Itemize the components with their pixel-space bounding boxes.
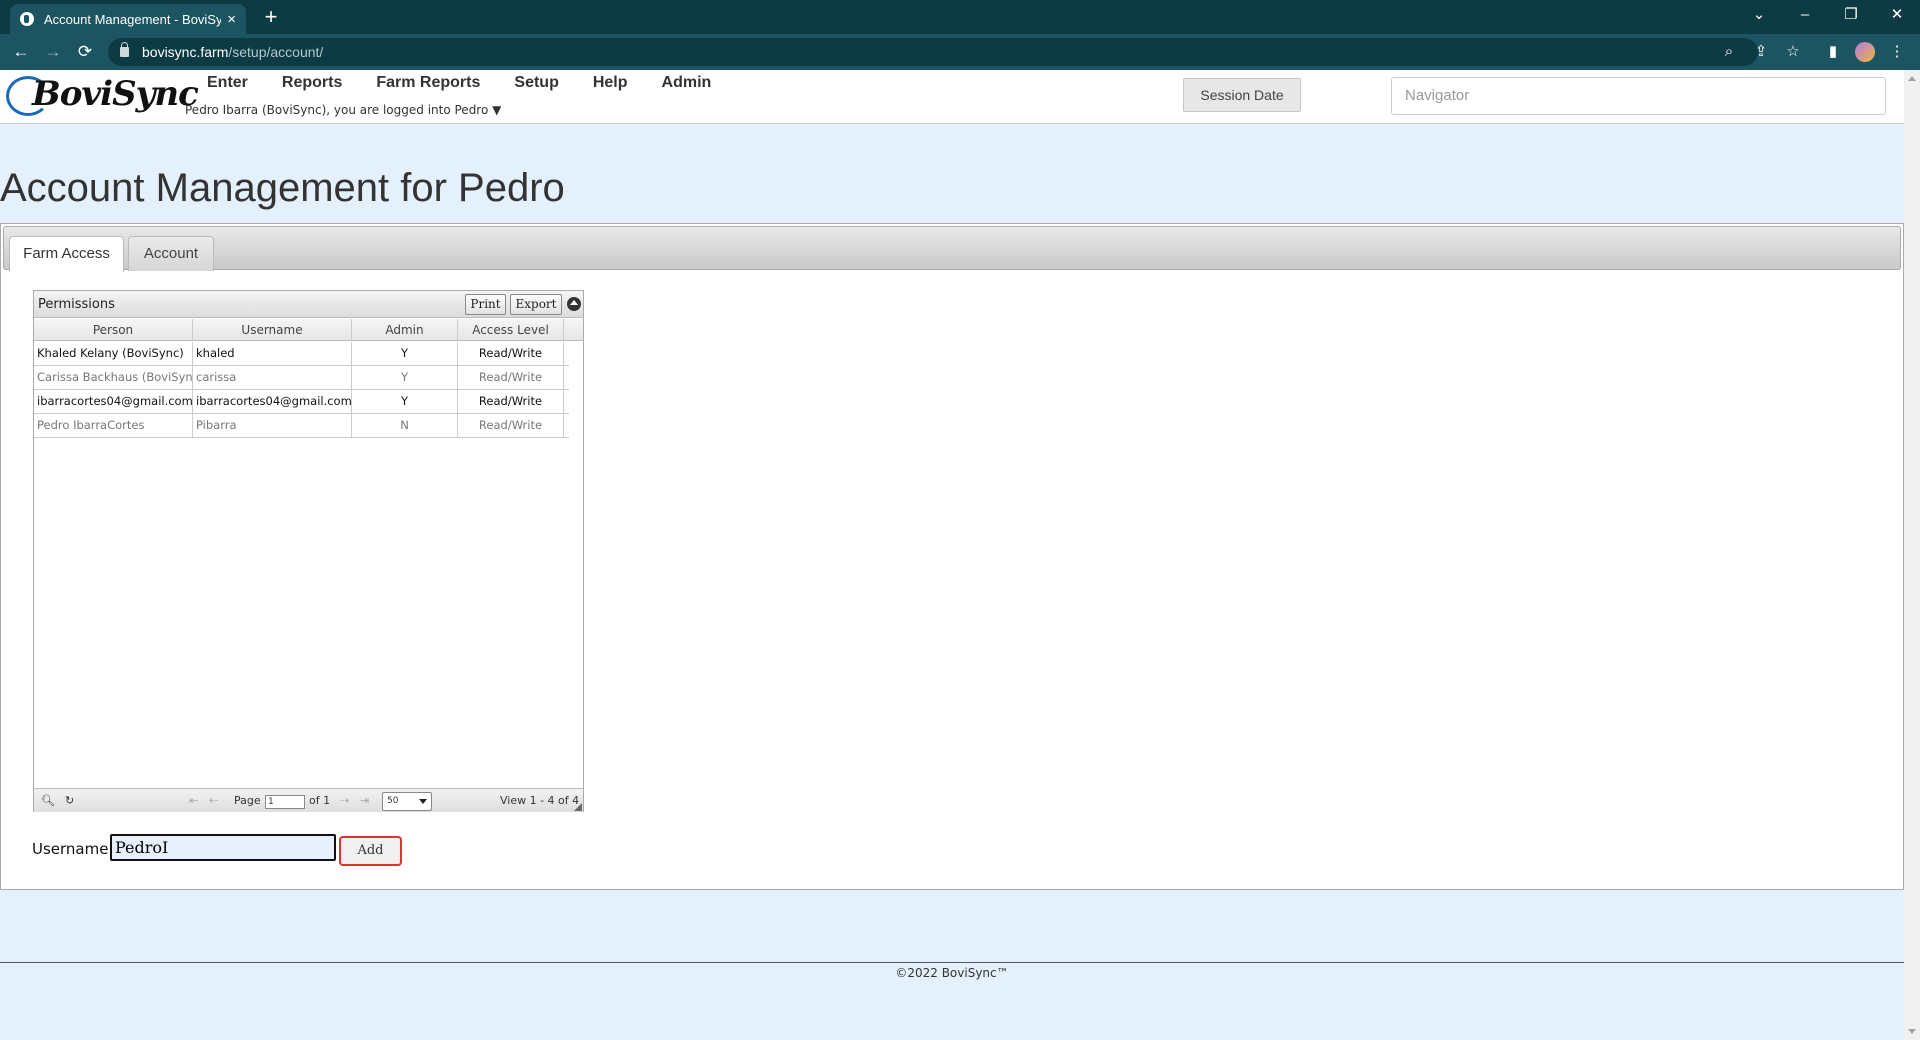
forward-arrow-icon[interactable]: → [41,40,65,64]
nav-farm-reports[interactable]: Farm Reports [376,74,480,92]
cell-access-level: Read/Write [458,366,564,389]
tab-account[interactable]: Account [128,236,214,271]
page-count: of 1 [309,794,331,807]
column-header-access-level[interactable]: Access Level [458,319,564,340]
cell-username: khaled [193,342,352,365]
cell-access-level: Read/Write [458,414,564,437]
grid-caption: Permissions Print Export [34,291,583,318]
copyright-text: ©2022 BoviSync™ [895,966,1009,980]
menu-icon[interactable]: ⋮ [1885,40,1909,64]
star-icon[interactable]: ☆ [1781,40,1805,64]
last-page-icon[interactable]: ⇥ [360,794,369,807]
page-title: Account Management for Pedro [0,166,565,210]
cell-admin: N [352,414,458,437]
view-records-text: View 1 - 4 of 4 [500,794,580,807]
refresh-icon[interactable]: ↻ [65,794,74,807]
grid-pager: 🔍︎ ↻ ⇤ ⇠ Page 1 of 1 ⇢ ⇥ 50 View 1 - 4 o… [34,788,583,812]
nav-reports[interactable]: Reports [282,74,342,92]
cell-person: Carissa Backhaus (BoviSync) [34,366,193,389]
resize-grip-icon[interactable] [574,803,582,811]
export-button[interactable]: Export [510,294,562,315]
page-number-input[interactable]: 1 [265,795,305,809]
cell-admin: Y [352,390,458,413]
cell-access-level: Read/Write [458,390,564,413]
grid-title: Permissions [38,297,115,312]
nav-help[interactable]: Help [593,74,628,92]
bovisync-logo[interactable]: BoviSync [6,72,199,122]
main-nav: Enter Reports Farm Reports Setup Help Ad… [207,74,745,92]
search-icon[interactable]: 🔍︎ [41,794,55,807]
cell-access-level: Read/Write [458,342,564,365]
cell-person: ibarracortes04@gmail.com [34,390,193,413]
tab-farm-access[interactable]: Farm Access [9,236,124,272]
grid-body: Khaled Kelany (BoviSync) khaled Y Read/W… [34,342,569,438]
tab-strip: Farm Access Account [3,226,1901,272]
nav-setup[interactable]: Setup [514,74,558,92]
site-favicon-icon [20,12,34,26]
cell-username: carissa [193,366,352,389]
minimize-button[interactable]: – [1782,0,1828,34]
navigator-input[interactable]: Navigator [1391,77,1886,115]
cell-person: Pedro IbarraCortes [34,414,193,437]
print-button[interactable]: Print [465,294,506,315]
logo-text: BoviSync [32,74,199,114]
session-date-button[interactable]: Session Date [1183,78,1301,112]
username-label: Username: [32,840,114,858]
restore-button[interactable]: ❐ [1828,0,1874,34]
nav-enter[interactable]: Enter [207,74,248,92]
username-input[interactable]: PedroI [110,834,336,861]
table-row[interactable]: Khaled Kelany (BoviSync) khaled Y Read/W… [34,342,569,366]
back-arrow-icon[interactable]: ← [9,40,33,64]
browser-tab[interactable]: Account Management - BoviSync × [10,4,246,34]
prev-page-icon[interactable]: ⇠ [209,794,218,807]
permissions-grid: Permissions Print Export Person Username… [33,290,584,812]
column-header-admin[interactable]: Admin [352,319,458,340]
lock-icon [120,42,129,57]
collapse-icon[interactable] [567,297,581,311]
browser-toolbar: ← → ⟳ bovisync.farm/setup/account/ ⌕ ⇪ ☆… [0,34,1920,70]
footer-divider [0,962,1904,963]
scroll-up-icon[interactable] [1908,76,1916,81]
column-header-username[interactable]: Username [193,319,352,340]
new-tab-button[interactable]: + [258,4,284,30]
page-label: Page [234,794,261,807]
share-icon[interactable]: ⇪ [1749,40,1773,64]
table-row[interactable]: Carissa Backhaus (BoviSync) carissa Y Re… [34,366,569,390]
column-header-person[interactable]: Person [34,319,193,340]
grid-header-row: Person Username Admin Access Level [34,319,583,341]
url-path: /setup/account/ [228,44,324,60]
page-size-select[interactable]: 50 [382,792,432,811]
next-page-icon[interactable]: ⇢ [340,794,349,807]
reload-icon[interactable]: ⟳ [73,40,97,64]
url-domain: bovisync.farm [142,44,229,60]
close-window-button[interactable]: ✕ [1874,0,1920,34]
add-button[interactable]: Add [339,836,402,866]
tab-close-icon[interactable]: × [227,11,236,28]
tab-title: Account Management - BoviSync [44,11,222,27]
cell-person: Khaled Kelany (BoviSync) [34,342,193,365]
site-header: BoviSync Enter Reports Farm Reports Setu… [0,70,1920,124]
nav-admin[interactable]: Admin [662,74,712,92]
cell-username: ibarracortes04@gmail.com [193,390,352,413]
first-page-icon[interactable]: ⇤ [189,794,198,807]
sidebar-icon[interactable]: ▮ [1821,40,1845,64]
table-row[interactable]: ibarracortes04@gmail.com ibarracortes04@… [34,390,569,414]
table-row[interactable]: Pedro IbarraCortes Pibarra N Read/Write [34,414,569,438]
zoom-icon[interactable]: ⌕ [1717,40,1741,64]
farm-switcher[interactable]: Pedro Ibarra (BoviSync), you are logged … [185,103,501,117]
cell-admin: Y [352,342,458,365]
cell-admin: Y [352,366,458,389]
page-scrollbar[interactable] [1904,70,1920,1040]
cell-username: Pibarra [193,414,352,437]
browser-titlebar: Account Management - BoviSync × + ⌄ – ❐ … [0,0,1920,34]
tab-search-icon[interactable]: ⌄ [1736,0,1782,34]
profile-avatar[interactable] [1855,42,1875,62]
address-bar[interactable]: bovisync.farm/setup/account/ [108,38,1758,66]
scroll-down-icon[interactable] [1908,1029,1916,1034]
